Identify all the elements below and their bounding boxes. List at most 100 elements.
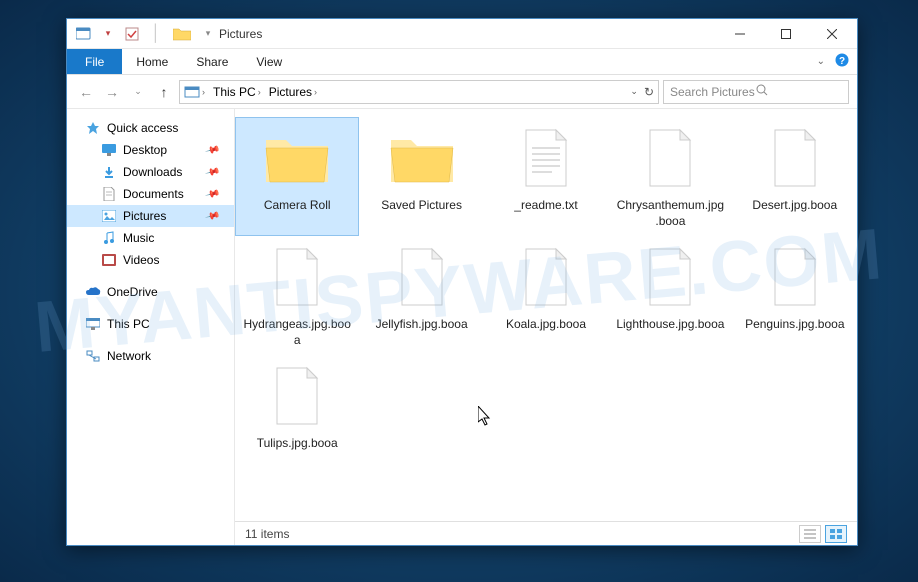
content-area: Quick access Desktop 📌 Downloads 📌 Docum…	[67, 109, 857, 545]
breadcrumb-pictures[interactable]: Pictures ›	[265, 85, 321, 99]
blank-file-icon	[383, 243, 461, 311]
item-label: _readme.txt	[491, 198, 601, 228]
search-input[interactable]: Search Pictures	[663, 80, 849, 104]
window-title: Pictures	[219, 27, 717, 41]
breadcrumb-thispc[interactable]: This PC ›	[209, 85, 265, 99]
tab-home[interactable]: Home	[122, 49, 182, 74]
folder-item[interactable]: Camera Roll	[235, 117, 359, 236]
item-count: 11 items	[245, 527, 289, 541]
text-file-icon	[507, 124, 585, 192]
separator: │	[145, 23, 167, 45]
file-item[interactable]: Desert.jpg.booa	[733, 117, 857, 236]
search-icon[interactable]	[756, 84, 842, 99]
close-button[interactable]	[809, 19, 855, 48]
blank-file-icon	[756, 124, 834, 192]
pin-icon: 📌	[204, 186, 220, 202]
file-item[interactable]: Tulips.jpg.booa	[235, 355, 359, 473]
video-icon	[101, 252, 117, 268]
tab-view[interactable]: View	[242, 49, 296, 74]
chevron-right-icon[interactable]: ›	[258, 87, 261, 97]
expand-ribbon-icon[interactable]: ⌄	[817, 56, 825, 67]
sidebar-item-documents[interactable]: Documents 📌	[67, 183, 234, 205]
refresh-icon[interactable]: ↻	[644, 85, 654, 99]
view-icons-button[interactable]	[825, 525, 847, 543]
folder-app-icon	[173, 27, 191, 41]
blank-file-icon	[631, 124, 709, 192]
sidebar-item-label: Documents	[123, 187, 184, 201]
blank-file-icon	[507, 243, 585, 311]
download-icon	[101, 164, 117, 180]
item-label: Tulips.jpg.booa	[242, 436, 352, 466]
sidebar-item-label: OneDrive	[107, 285, 158, 299]
address-root-icon[interactable]: ›	[180, 85, 209, 99]
explorer-window: ▾ │ ▾ Pictures File Home Share View ⌄ ?	[66, 18, 858, 546]
sidebar-item-downloads[interactable]: Downloads 📌	[67, 161, 234, 183]
music-icon	[101, 230, 117, 246]
sidebar-item-label: Quick access	[107, 121, 178, 135]
sidebar-thispc[interactable]: This PC	[67, 313, 234, 335]
help-icon[interactable]: ?	[835, 53, 849, 70]
file-item[interactable]: Chrysanthemum.jpg.booa	[608, 117, 732, 236]
ribbon: File Home Share View ⌄ ?	[67, 49, 857, 75]
file-item[interactable]: Jellyfish.jpg.booa	[359, 236, 483, 355]
blank-file-icon	[631, 243, 709, 311]
sidebar-item-label: This PC	[107, 317, 150, 331]
computer-icon	[85, 316, 101, 332]
back-button[interactable]: ←	[75, 81, 97, 103]
quick-access-toolbar: ▾ │	[69, 23, 167, 45]
address-bar[interactable]: › This PC › Pictures › ⌄ ↻	[179, 80, 659, 104]
forward-button[interactable]: →	[101, 81, 123, 103]
sidebar-item-label: Downloads	[123, 165, 182, 179]
tab-share[interactable]: Share	[182, 49, 242, 74]
blank-file-icon	[258, 362, 336, 430]
maximize-button[interactable]	[763, 19, 809, 48]
sidebar-item-desktop[interactable]: Desktop 📌	[67, 139, 234, 161]
document-icon	[101, 186, 117, 202]
view-details-button[interactable]	[799, 525, 821, 543]
navigation-bar: ← → ⌄ ↑ › This PC › Pictures › ⌄ ↻ Searc…	[67, 75, 857, 109]
folder-item[interactable]: Saved Pictures	[359, 117, 483, 236]
file-item[interactable]: Hydrangeas.jpg.booa	[235, 236, 359, 355]
sidebar-onedrive[interactable]: OneDrive	[67, 281, 234, 303]
folder-icon	[383, 124, 461, 192]
address-dropdown-icon[interactable]: ⌄	[630, 86, 638, 97]
sidebar-item-label: Pictures	[123, 209, 166, 223]
svg-text:?: ?	[839, 56, 845, 67]
item-label: Camera Roll	[242, 198, 352, 228]
file-grid[interactable]: Camera Roll Saved Pictures _readme.txtChry…	[235, 109, 857, 521]
search-placeholder: Search Pictures	[670, 85, 756, 99]
blank-file-icon	[756, 243, 834, 311]
tab-file[interactable]: File	[67, 49, 122, 74]
navigation-pane: Quick access Desktop 📌 Downloads 📌 Docum…	[67, 109, 235, 545]
minimize-button[interactable]	[717, 19, 763, 48]
qat-dropdown-icon[interactable]: ▾	[97, 23, 119, 45]
sidebar-item-videos[interactable]: Videos	[67, 249, 234, 271]
sidebar-item-label: Videos	[123, 253, 159, 267]
qat-checkbox-icon[interactable]	[121, 23, 143, 45]
properties-icon[interactable]	[73, 23, 95, 45]
pictures-icon	[101, 208, 117, 224]
file-item[interactable]: Koala.jpg.booa	[484, 236, 608, 355]
pin-icon: 📌	[204, 142, 220, 158]
sidebar-quick-access[interactable]: Quick access	[67, 117, 234, 139]
pin-icon: 📌	[204, 208, 220, 224]
sidebar-item-music[interactable]: Music	[67, 227, 234, 249]
file-item[interactable]: _readme.txt	[484, 117, 608, 236]
blank-file-icon	[258, 243, 336, 311]
sidebar-item-pictures[interactable]: Pictures 📌	[67, 205, 234, 227]
file-item[interactable]: Lighthouse.jpg.booa	[608, 236, 732, 355]
main-pane: Camera Roll Saved Pictures _readme.txtChry…	[235, 109, 857, 545]
sidebar-network[interactable]: Network	[67, 345, 234, 367]
title-dropdown-icon[interactable]: ▾	[197, 23, 219, 45]
file-item[interactable]: Penguins.jpg.booa	[733, 236, 857, 355]
cloud-icon	[85, 284, 101, 300]
recent-dropdown-icon[interactable]: ⌄	[127, 81, 149, 103]
chevron-right-icon[interactable]: ›	[202, 87, 205, 97]
up-button[interactable]: ↑	[153, 81, 175, 103]
titlebar: ▾ │ ▾ Pictures	[67, 19, 857, 49]
item-label: Desert.jpg.booa	[740, 198, 850, 228]
item-label: Jellyfish.jpg.booa	[367, 317, 477, 347]
chevron-right-icon[interactable]: ›	[314, 87, 317, 97]
sidebar-item-label: Desktop	[123, 143, 167, 157]
item-label: Saved Pictures	[367, 198, 477, 228]
